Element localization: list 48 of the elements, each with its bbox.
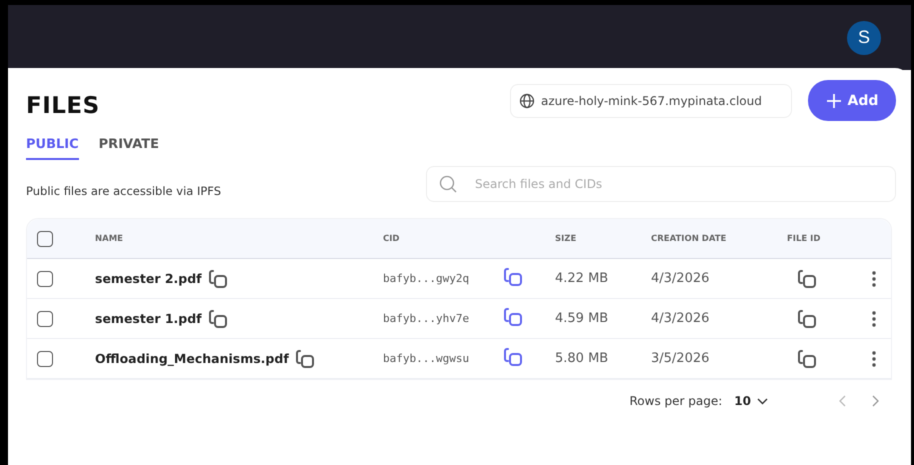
- more-icon[interactable]: [872, 310, 876, 326]
- rows-per-page-select[interactable]: 10: [734, 394, 768, 408]
- column-header: NAME: [95, 234, 124, 244]
- size-cell-text: 4.59 MB: [555, 311, 610, 326]
- more-icon[interactable]: [872, 270, 876, 286]
- plus-icon: [826, 92, 842, 108]
- checkbox[interactable]: [37, 230, 53, 246]
- copy-icon[interactable]: [797, 348, 817, 368]
- cid-cell-text: bafyb...wgwsu: [383, 352, 470, 365]
- chevron-icon: [757, 398, 768, 404]
- cid-cell-text: bafyb...yhv7e: [383, 312, 470, 325]
- date-cell-text: 4/3/2026: [651, 311, 710, 326]
- user-avatar[interactable]: S: [847, 20, 881, 54]
- copy-icon[interactable]: [503, 346, 523, 366]
- more-icon[interactable]: [872, 350, 876, 366]
- size-cell-text: 5.80 MB: [555, 351, 610, 366]
- copy-icon[interactable]: [797, 308, 817, 328]
- page-title: FILES: [26, 92, 101, 118]
- next-page-icon[interactable]: [872, 395, 880, 407]
- tab[interactable]: PRIVATE: [98, 137, 160, 160]
- copy-icon[interactable]: [797, 268, 817, 288]
- copy-icon[interactable]: [208, 268, 228, 288]
- size-cell-text: 4.22 MB: [555, 271, 610, 286]
- rows-per-page-label: Rows per page:: [630, 394, 722, 408]
- column-header: FILE ID: [787, 234, 822, 244]
- date-cell-text: 3/5/2026: [651, 351, 710, 366]
- checkbox[interactable]: [37, 270, 53, 286]
- column-header: CREATION DATE: [651, 234, 728, 244]
- search-icon: [439, 175, 457, 193]
- gateway-field[interactable]: azure-holy-mink-567.mypinata.cloud: [510, 84, 792, 118]
- copy-icon[interactable]: [294, 348, 315, 368]
- file-name[interactable]: semester 1.pdf: [95, 311, 202, 326]
- gateway-url: azure-holy-mink-567.mypinata.cloud: [541, 94, 762, 108]
- date-cell-text: 4/3/2026: [651, 271, 710, 286]
- copy-icon[interactable]: [503, 266, 523, 286]
- copy-icon[interactable]: [503, 306, 523, 326]
- cid-cell-text: bafyb...gwy2q: [383, 272, 470, 285]
- description-text: Public files are accessible via IPFS: [26, 183, 222, 198]
- tab[interactable]: PUBLIC: [26, 137, 79, 160]
- globe-icon: [519, 92, 535, 108]
- copy-icon[interactable]: [208, 308, 228, 328]
- checkbox[interactable]: [37, 310, 53, 326]
- file-name[interactable]: Offloading_Mechanisms.pdf: [95, 351, 289, 366]
- file-name[interactable]: semester 2.pdf: [95, 271, 202, 286]
- checkbox[interactable]: [37, 350, 53, 366]
- add-button[interactable]: Add: [808, 80, 896, 121]
- column-header: SIZE: [555, 234, 578, 244]
- column-header: CID: [383, 234, 400, 244]
